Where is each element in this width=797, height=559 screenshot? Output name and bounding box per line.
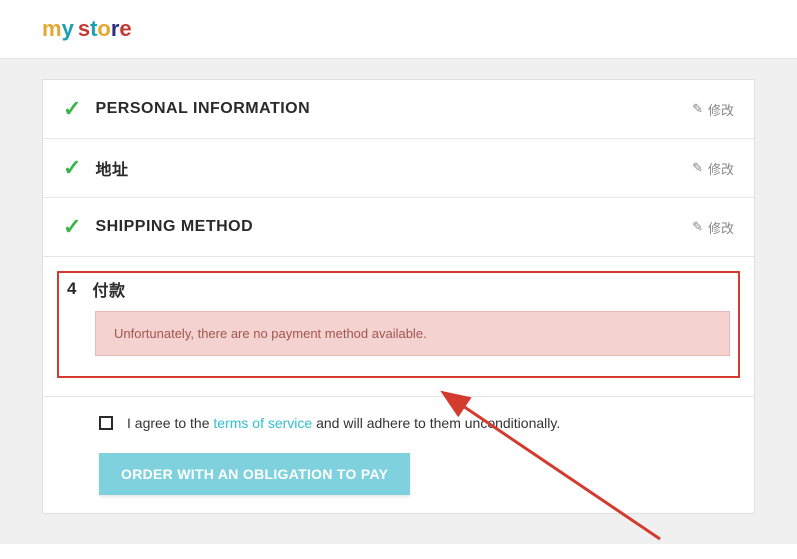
pencil-icon: ✎ — [692, 219, 703, 235]
checkout-card: ✓ PERSONAL INFORMATION ✎ 修改 ✓ 地址 ✎ 修改 ✓ … — [42, 79, 755, 514]
step-title: PERSONAL INFORMATION — [95, 100, 310, 118]
terms-text: I agree to the terms of service and will… — [127, 415, 560, 431]
header: mystore — [0, 0, 797, 59]
no-payment-alert: Unfortunately, there are no payment meth… — [95, 311, 730, 356]
terms-of-service-link[interactable]: terms of service — [213, 415, 312, 431]
edit-personal-link[interactable]: ✎ 修改 — [692, 100, 734, 119]
terms-section: I agree to the terms of service and will… — [43, 397, 754, 435]
edit-label: 修改 — [708, 159, 734, 178]
check-icon: ✓ — [63, 96, 81, 122]
store-logo[interactable]: mystore — [42, 16, 755, 42]
step-number: 4 — [67, 279, 76, 299]
pencil-icon: ✎ — [692, 101, 703, 117]
edit-label: 修改 — [708, 100, 734, 119]
pencil-icon: ✎ — [692, 160, 703, 176]
check-icon: ✓ — [63, 155, 81, 181]
checkout-main: ✓ PERSONAL INFORMATION ✎ 修改 ✓ 地址 ✎ 修改 ✓ … — [0, 59, 797, 544]
edit-address-link[interactable]: ✎ 修改 — [692, 159, 734, 178]
step-title: 付款 — [92, 277, 125, 301]
edit-shipping-link[interactable]: ✎ 修改 — [692, 218, 734, 237]
payment-highlight-frame: 4 付款 Unfortunately, there are no payment… — [57, 271, 740, 378]
step-shipping-method[interactable]: ✓ SHIPPING METHOD ✎ 修改 — [43, 198, 754, 257]
order-button[interactable]: ORDER WITH AN OBLIGATION TO PAY — [99, 453, 410, 495]
step-address[interactable]: ✓ 地址 ✎ 修改 — [43, 139, 754, 198]
step-title: 地址 — [95, 156, 128, 180]
edit-label: 修改 — [708, 218, 734, 237]
terms-checkbox[interactable] — [99, 416, 113, 430]
check-icon: ✓ — [63, 214, 81, 240]
step-title: SHIPPING METHOD — [95, 218, 253, 236]
step-payment: 4 付款 Unfortunately, there are no payment… — [43, 257, 754, 397]
step-personal-information[interactable]: ✓ PERSONAL INFORMATION ✎ 修改 — [43, 80, 754, 139]
